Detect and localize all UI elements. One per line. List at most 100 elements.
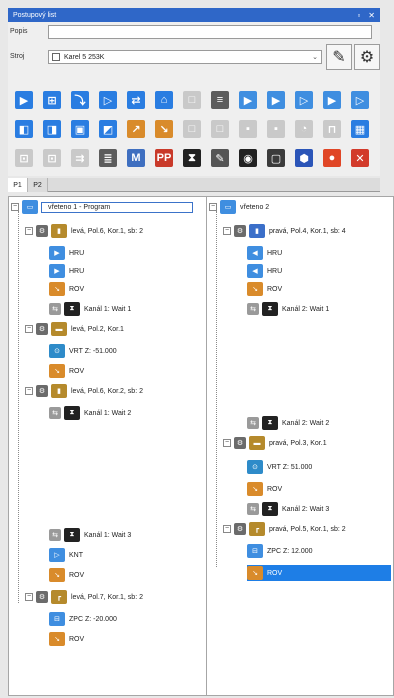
gate-icon: ⊓	[323, 120, 341, 138]
tool-node[interactable]: − ⚙ ▬ levá, Pol.2, Kor.1	[25, 321, 124, 337]
operation-node[interactable]: ◀ HRU	[247, 263, 282, 279]
operation-node[interactable]: ▶ HRU	[49, 245, 84, 261]
tree-node-label: ROV	[69, 285, 85, 293]
swap-button[interactable]: ⇄	[124, 88, 148, 112]
text-button[interactable]: ≣	[96, 146, 120, 170]
operation-node[interactable]: ↘ ROV	[247, 565, 391, 581]
pencil-button[interactable]: ✎	[208, 146, 232, 170]
tree-root-node[interactable]: − ▭ vřeteno 2	[209, 199, 269, 215]
link-button[interactable]: ▷	[96, 88, 120, 112]
grid-button[interactable]: ⊞	[40, 88, 64, 112]
collapse-toggle[interactable]: −	[25, 387, 33, 395]
square-button[interactable]: ▢	[264, 146, 288, 170]
pp-button[interactable]: PP	[152, 146, 176, 170]
disabled3-icon: ▪	[239, 120, 257, 138]
tree-root-node[interactable]: − ▭ vřeteno 1 - Program	[11, 199, 193, 215]
run2-button[interactable]: ▶	[264, 88, 288, 112]
spindle-1-tree[interactable]: − ▭ vřeteno 1 - Program − ⚙ ▮ levá, Pol.6, …	[8, 196, 208, 696]
collapse-toggle[interactable]: −	[223, 227, 231, 235]
right-align-button[interactable]: ◨	[40, 117, 64, 141]
operation-node[interactable]: ⊟ ZPC Z: 12.000	[247, 543, 313, 559]
tab-p1[interactable]: P1	[8, 178, 28, 192]
frame-button[interactable]: ▣	[68, 117, 92, 141]
wait-node[interactable]: ⇆ ⧗ Kanál 1: Wait 2	[49, 405, 131, 421]
macro-button[interactable]: M	[124, 146, 148, 170]
operation-node[interactable]: ↘ ROV	[49, 363, 84, 379]
move-down-button[interactable]: ↘	[152, 117, 176, 141]
stroj-select[interactable]: Karel 5 253K ⌄	[48, 50, 322, 64]
chevron-down-icon[interactable]: ⌄	[312, 53, 318, 61]
run-button[interactable]: ▶	[236, 88, 260, 112]
wait-node[interactable]: ⇆ ⧗ Kanál 2: Wait 1	[247, 301, 329, 317]
settings-button[interactable]: ⚙	[354, 44, 380, 70]
disabled4-button[interactable]: ▪	[264, 117, 288, 141]
blank-button[interactable]: □	[180, 88, 204, 112]
operation-node[interactable]: ↘ ROV	[247, 281, 282, 297]
disabled3-button[interactable]: ▪	[236, 117, 260, 141]
hourglass-button[interactable]: ⧗	[180, 146, 204, 170]
table-button[interactable]: ▦	[348, 117, 372, 141]
turret-icon: ⚙	[234, 437, 246, 449]
collapse-toggle[interactable]: −	[25, 325, 33, 333]
step-button[interactable]: ▷	[292, 88, 316, 112]
collapse-toggle[interactable]: −	[25, 593, 33, 601]
pie-button[interactable]: ◔	[292, 117, 316, 141]
step2-icon: ▷	[351, 91, 369, 109]
popis-input[interactable]	[48, 25, 372, 39]
wait-node[interactable]: ⇆ ⧗ Kanál 2: Wait 3	[247, 501, 329, 517]
step2-button[interactable]: ▷	[348, 88, 372, 112]
home-button[interactable]: ⌂	[152, 88, 176, 112]
list-button[interactable]: ≡	[208, 88, 232, 112]
record-button[interactable]: ●	[320, 146, 344, 170]
operation-node[interactable]: ↘ ROV	[49, 567, 84, 583]
operation-node[interactable]: ↘ ROV	[247, 481, 282, 497]
stop-button[interactable]: ✕	[348, 146, 372, 170]
tool-node[interactable]: − ⚙ ▮ pravá, Pol.4, Kor.1, sb: 4	[223, 223, 346, 239]
stroj-label: Stroj	[10, 53, 25, 60]
tool-node[interactable]: − ⚙ ▮ levá, Pol.6, Kor.1, sb: 2	[25, 223, 143, 239]
operation-node[interactable]: ⊙ VRT Z: -51.000	[49, 343, 117, 359]
operation-node[interactable]: ▶ HRU	[49, 263, 84, 279]
wait-node[interactable]: ⇆ ⧗ Kanál 2: Wait 2	[247, 415, 329, 431]
collapse-toggle[interactable]: −	[223, 439, 231, 447]
collapse-toggle[interactable]: −	[209, 203, 217, 211]
tab-p2[interactable]: P2	[28, 178, 48, 192]
move-up-button[interactable]: ↗	[124, 117, 148, 141]
tool-node[interactable]: − ⚙ ▬ pravá, Pol.3, Kor.1	[223, 435, 327, 451]
left-align-button[interactable]: ◧	[12, 117, 36, 141]
operation-node[interactable]: ↘ ROV	[49, 631, 84, 647]
wait-node[interactable]: ⇆ ⧗ Kanál 1: Wait 3	[49, 527, 131, 543]
pin-icon[interactable]: ▫	[357, 11, 360, 20]
root-label: vřeteno 2	[240, 203, 270, 211]
shield-button[interactable]: ⬢	[292, 146, 316, 170]
wait-node[interactable]: ⇆ ⧗ Kanál 1: Wait 1	[49, 301, 131, 317]
eye-button[interactable]: ◉	[236, 146, 260, 170]
machine-checkbox[interactable]	[52, 53, 60, 61]
collapse-toggle[interactable]: −	[25, 227, 33, 235]
spindle-2-tree[interactable]: − ▭ vřeteno 2 − ⚙ ▮ pravá, Pol.4, Kor.1, sb…	[206, 196, 394, 696]
disabled-button[interactable]: □	[180, 117, 204, 141]
operation-node[interactable]: ⊙ VRT Z: 51.000	[247, 459, 312, 475]
operation-node[interactable]: ↘ ROV	[49, 281, 84, 297]
frame2-button[interactable]: ◩	[96, 117, 120, 141]
tool-node[interactable]: − ⚙ ┏ pravá, Pol.5, Kor.1, sb: 2	[223, 521, 346, 537]
tool-node[interactable]: − ⚙ ▮ levá, Pol.6, Kor.2, sb: 2	[25, 383, 143, 399]
run3-button[interactable]: ▶	[320, 88, 344, 112]
disabled2-button[interactable]: □	[208, 117, 232, 141]
paste-button[interactable]: ⊡	[40, 146, 64, 170]
operation-node[interactable]: ▷ KNT	[49, 547, 83, 563]
collapse-toggle[interactable]: −	[11, 203, 19, 211]
copy-button[interactable]: ⊡	[12, 146, 36, 170]
merge-button[interactable]: ⤵	[68, 88, 92, 112]
gate-button[interactable]: ⊓	[320, 117, 344, 141]
tool-node[interactable]: − ⚙ ┏ levá, Pol.7, Kor.1, sb: 2	[25, 589, 143, 605]
op-add-button[interactable]: ▶	[12, 88, 36, 112]
operation-node[interactable]: ◀ HRU	[247, 245, 282, 261]
tree-node-label: levá, Pol.6, Kor.2, sb: 2	[71, 387, 143, 395]
edit-button[interactable]: ✎	[326, 44, 352, 70]
close-icon[interactable]: ✕	[368, 11, 375, 20]
collapse-toggle[interactable]: −	[223, 525, 231, 533]
transfer-button[interactable]: ⇉	[68, 146, 92, 170]
operation-node[interactable]: ⊟ ZPC Z: -20.000	[49, 611, 117, 627]
tool-holder-icon: ┏	[249, 522, 265, 536]
